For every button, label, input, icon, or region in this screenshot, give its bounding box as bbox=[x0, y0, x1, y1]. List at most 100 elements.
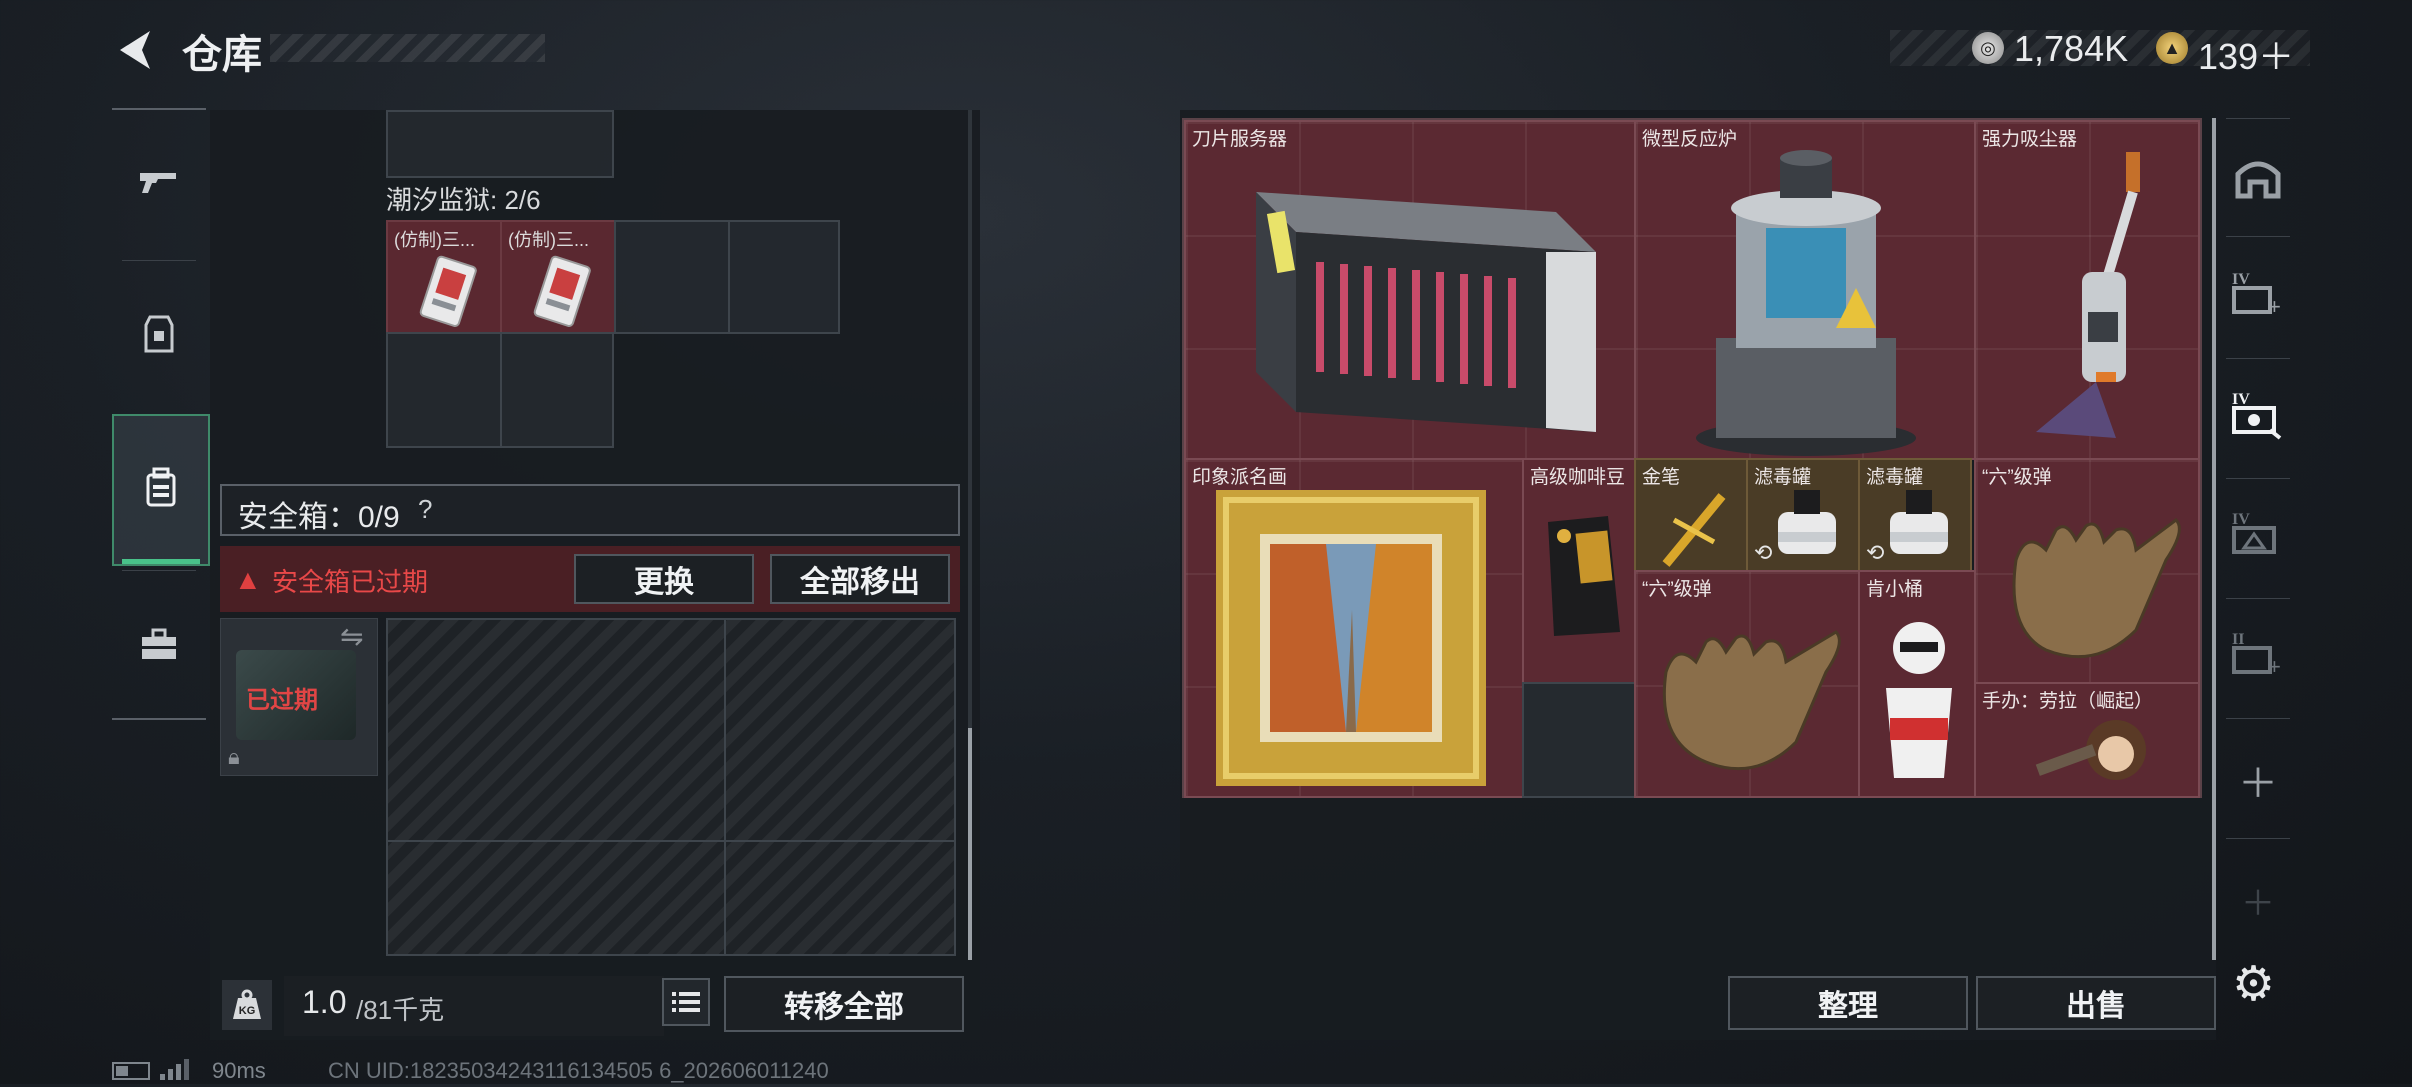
stash-item[interactable]: “六”级弹 bbox=[1974, 458, 2200, 684]
back-arrow-icon[interactable] bbox=[108, 24, 160, 76]
expired-warning-text: 安全箱已过期 bbox=[272, 567, 429, 597]
weight-kg-icon: KG bbox=[222, 980, 272, 1030]
backpack-scrollbar-thumb[interactable] bbox=[968, 728, 972, 960]
card-iv-active-icon[interactable]: IV bbox=[2230, 386, 2286, 442]
weight-max: /81千克 bbox=[356, 995, 445, 1025]
gold-coin-icon: ▲ bbox=[2156, 32, 2188, 64]
container-cell[interactable] bbox=[386, 110, 614, 178]
filter-can-image bbox=[1890, 490, 1948, 554]
tab-weapons[interactable] bbox=[112, 110, 206, 258]
svg-text:IV: IV bbox=[2232, 511, 2250, 528]
item-name: 印象派名画 bbox=[1192, 467, 1288, 488]
list-view-icon[interactable] bbox=[662, 978, 710, 1026]
svg-text:IV: IV bbox=[2232, 391, 2250, 408]
swap-icon[interactable]: ⇋ bbox=[340, 620, 363, 653]
empty-cell[interactable] bbox=[386, 332, 502, 448]
keycard-icon bbox=[419, 255, 477, 327]
tab-toolbox[interactable] bbox=[112, 572, 206, 720]
item-name: 高级咖啡豆 bbox=[1530, 467, 1626, 488]
currency-silver-value: 1,784K bbox=[2014, 28, 2129, 69]
silver-coin-icon: ◎ bbox=[1972, 32, 2004, 64]
ping-value: 90ms bbox=[212, 1058, 266, 1083]
figure-image bbox=[2035, 720, 2146, 780]
glove-image bbox=[2012, 518, 2181, 659]
card-iv-plus-icon[interactable]: IV + bbox=[2230, 266, 2286, 322]
stash-item[interactable]: 肯小桶 bbox=[1858, 570, 1976, 798]
keycard-item[interactable]: (仿制)三... bbox=[500, 220, 616, 334]
item-name: 肯小桶 bbox=[1866, 579, 1924, 600]
empty-cell[interactable] bbox=[1522, 682, 1636, 798]
keycard-item[interactable]: (仿制)三... bbox=[386, 220, 502, 334]
grid-divider bbox=[386, 840, 956, 842]
gold-pen-image bbox=[1662, 493, 1726, 567]
ticket-iv-icon[interactable]: IV bbox=[2230, 506, 2286, 562]
painting-image bbox=[1216, 490, 1486, 786]
unequip-icon: ⟲ bbox=[1866, 540, 1885, 565]
unequip-icon: ⟲ bbox=[1754, 540, 1773, 565]
sort-button[interactable]: 整理 bbox=[1728, 976, 1968, 1030]
plus-icon[interactable]: ＋ bbox=[2230, 752, 2286, 808]
coffee-bag-image bbox=[1548, 516, 1620, 636]
stash-item[interactable]: 金笔 bbox=[1634, 458, 1748, 572]
container-label: 潮汐监狱: 2/6 bbox=[386, 185, 541, 215]
empty-cell[interactable] bbox=[728, 220, 840, 334]
tab-backpack[interactable] bbox=[112, 414, 210, 566]
stash-item[interactable]: 滤毒罐 ⟲ bbox=[1858, 458, 1972, 572]
stash-item[interactable]: 滤毒罐 ⟲ bbox=[1746, 458, 1860, 572]
svg-text:II: II bbox=[2232, 631, 2244, 648]
safe-box-expired-label: 已过期 bbox=[246, 687, 318, 714]
gun-icon bbox=[136, 159, 182, 210]
kfc-bucket-image bbox=[1886, 622, 1952, 778]
stash-item[interactable]: 刀片服务器 bbox=[1184, 120, 1636, 460]
plus-faded-icon: ＋ bbox=[2241, 884, 2275, 923]
toolbox-icon bbox=[136, 621, 182, 672]
transfer-all-button[interactable]: 转移全部 bbox=[724, 976, 964, 1032]
stash-item[interactable]: 强力吸尘器 bbox=[1974, 120, 2200, 460]
weight-value: 1.0 bbox=[302, 984, 347, 1020]
active-tab-indicator bbox=[122, 559, 200, 564]
empty-cell[interactable] bbox=[500, 332, 614, 448]
title-decoration bbox=[270, 34, 545, 62]
gear-icon[interactable]: ⚙ bbox=[2232, 956, 2275, 1012]
item-name: 刀片服务器 bbox=[1192, 129, 1288, 150]
safe-box-grid bbox=[386, 618, 956, 956]
battery-level bbox=[116, 1066, 128, 1076]
stash-item[interactable]: “六”级弹 bbox=[1634, 570, 1860, 798]
svg-text:+: + bbox=[2268, 654, 2281, 679]
reactor-image bbox=[1696, 150, 1916, 456]
blade-server-image bbox=[1256, 192, 1596, 432]
svg-text:+: + bbox=[2268, 294, 2281, 319]
filter-can-image bbox=[1778, 490, 1836, 554]
svg-text:KG: KG bbox=[239, 1005, 256, 1017]
replace-button[interactable]: 更换 bbox=[574, 554, 754, 604]
card-ii-plus-icon[interactable]: II + bbox=[2230, 626, 2286, 682]
empty-cell[interactable] bbox=[614, 220, 730, 334]
item-caption: (仿制)三... bbox=[508, 230, 589, 250]
item-caption: (仿制)三... bbox=[394, 230, 475, 250]
stash-item[interactable]: 手办：劳拉（崛起） bbox=[1974, 682, 2200, 798]
item-name: “六”级弹 bbox=[1642, 579, 1712, 600]
move-all-out-button[interactable]: 全部移出 bbox=[770, 554, 950, 604]
svg-text:IV: IV bbox=[2232, 271, 2250, 288]
page-title: 仓库 bbox=[182, 33, 262, 77]
safehouse-icon[interactable] bbox=[2230, 150, 2286, 206]
tab-armor[interactable] bbox=[112, 262, 206, 410]
help-icon[interactable]: ? bbox=[418, 494, 432, 525]
keycard-icon bbox=[533, 255, 591, 327]
user-uid: CN UID:18235034243116134505 6_2026060112… bbox=[328, 1058, 829, 1083]
vacuum-image bbox=[2036, 152, 2140, 438]
signal-icon bbox=[158, 1058, 194, 1082]
currency-gold-value[interactable]: 139＋ bbox=[2198, 28, 2294, 80]
lock-icon: 🔒︎ bbox=[228, 744, 240, 769]
left-tab-rail bbox=[112, 108, 210, 720]
safe-box-label: 安全箱：0/9 bbox=[238, 501, 400, 534]
stash-item[interactable]: 高级咖啡豆 bbox=[1522, 458, 1636, 684]
armor-vest-icon bbox=[136, 311, 182, 362]
warning-icon: ▲ bbox=[234, 564, 262, 595]
glove-image bbox=[1662, 630, 1841, 771]
backpack-icon bbox=[138, 465, 184, 516]
stash-item[interactable]: 微型反应炉 bbox=[1634, 120, 1976, 460]
sell-button[interactable]: 出售 bbox=[1976, 976, 2216, 1030]
stash-scrollbar[interactable] bbox=[2212, 118, 2216, 960]
stash-item[interactable]: 印象派名画 bbox=[1184, 458, 1524, 798]
